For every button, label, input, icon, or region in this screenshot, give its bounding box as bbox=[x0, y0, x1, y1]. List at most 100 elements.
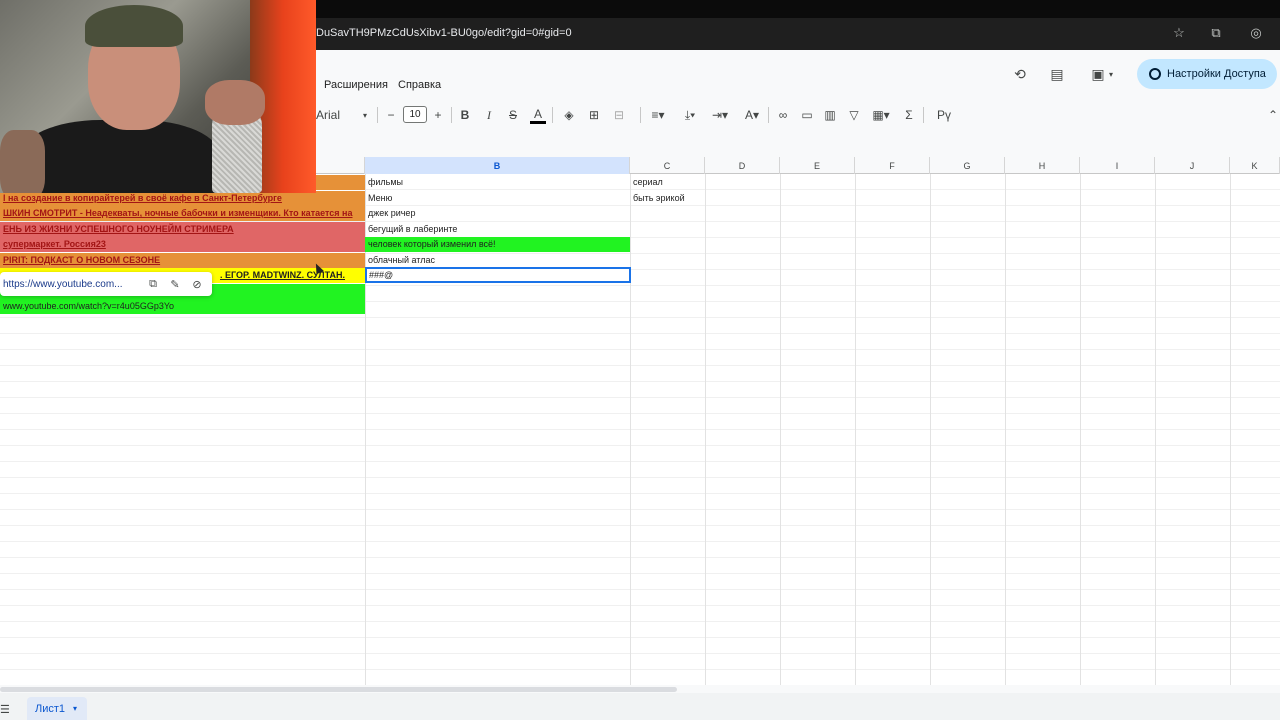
webcam-person-hand bbox=[205, 80, 265, 125]
align-left-icon[interactable]: ≡▾ bbox=[646, 106, 670, 124]
toolbar-divider bbox=[552, 107, 553, 123]
grid-line bbox=[855, 174, 856, 685]
toolbar-divider bbox=[377, 107, 378, 123]
cell-b[interactable]: Меню bbox=[365, 191, 630, 206]
history-icon[interactable]: ⟲ bbox=[1010, 64, 1030, 84]
cell-c[interactable] bbox=[630, 299, 705, 314]
comment-icon[interactable]: ▭ bbox=[799, 106, 815, 124]
webcam-overlay bbox=[0, 0, 316, 193]
grid-line bbox=[1155, 174, 1156, 685]
cell-a[interactable]: ШКИН СМОТРИТ - Неадекваты, ночные бабочк… bbox=[0, 206, 365, 221]
chevron-down-icon[interactable]: ▾ bbox=[360, 106, 370, 124]
vertical-align-icon[interactable]: ⤓▾ bbox=[678, 106, 702, 124]
text-wrap-icon[interactable]: ⇥▾ bbox=[708, 106, 732, 124]
chevron-down-icon[interactable]: ▾ bbox=[1106, 64, 1116, 84]
text-color-button[interactable]: A bbox=[530, 106, 546, 124]
horizontal-scrollbar[interactable] bbox=[0, 687, 677, 692]
grid-line bbox=[705, 174, 706, 685]
cell-b[interactable]: облачный атлас bbox=[365, 253, 630, 268]
cell-a[interactable]: супермаркет. Россия23 bbox=[0, 237, 365, 252]
star-icon[interactable]: ☆ bbox=[1170, 24, 1188, 42]
grid-line bbox=[780, 174, 781, 685]
grid-line bbox=[1005, 174, 1006, 685]
column-header-d[interactable]: D bbox=[705, 157, 780, 174]
menu-help[interactable]: Справка bbox=[398, 79, 441, 91]
sheet-tab-label: Лист1 bbox=[35, 702, 66, 715]
share-label: Настройки Доступа bbox=[1167, 68, 1266, 80]
menu-extensions[interactable]: Расширения bbox=[324, 79, 388, 91]
input-tools-button[interactable]: Рү bbox=[930, 106, 958, 124]
column-header-e[interactable]: E bbox=[780, 157, 855, 174]
font-family-select[interactable]: Arial bbox=[316, 106, 356, 124]
cell-c[interactable] bbox=[630, 237, 705, 252]
sheet-tab[interactable]: Лист1 ▾ bbox=[27, 697, 87, 720]
column-header-k[interactable]: K bbox=[1230, 157, 1280, 174]
column-header-h[interactable]: H bbox=[1005, 157, 1080, 174]
column-header-i[interactable]: I bbox=[1080, 157, 1155, 174]
toolbar-divider bbox=[923, 107, 924, 123]
profile-icon[interactable]: ◎ bbox=[1247, 24, 1265, 42]
column-header-f[interactable]: F bbox=[855, 157, 930, 174]
decrease-font-button[interactable]: − bbox=[384, 106, 398, 124]
grid-line bbox=[930, 174, 931, 685]
column-header-j[interactable]: J bbox=[1155, 157, 1230, 174]
cell-b[interactable]: джек ричер bbox=[365, 206, 630, 221]
cell-a[interactable]: l на создание в копирайтерей в своё кафе… bbox=[0, 191, 365, 206]
cell-c[interactable] bbox=[630, 222, 705, 237]
unlink-icon[interactable]: ⊘ bbox=[188, 275, 206, 293]
cell-b[interactable]: бегущий в лаберинте bbox=[365, 222, 630, 237]
url-text[interactable]: DuSavTH9PMzCdUsXibv1-BU0go/edit?gid=0#gi… bbox=[316, 27, 572, 39]
text-rotate-icon[interactable]: A▾ bbox=[740, 106, 764, 124]
font-size-input[interactable]: 10 bbox=[403, 106, 427, 123]
edit-icon[interactable]: ✎ bbox=[166, 275, 184, 293]
cell-a[interactable]: www.youtube.com/watch?v=r4u05GGp3Yo bbox=[0, 299, 365, 314]
fill-color-icon[interactable]: ◈ bbox=[561, 106, 577, 124]
selected-cell[interactable]: ###@ bbox=[365, 267, 631, 283]
cell-b[interactable] bbox=[365, 299, 630, 314]
cell-c[interactable] bbox=[630, 268, 705, 283]
column-header-g[interactable]: G bbox=[930, 157, 1005, 174]
toolbar-divider bbox=[768, 107, 769, 123]
meet-icon[interactable]: ▣ bbox=[1088, 64, 1108, 84]
comments-icon[interactable]: ▤ bbox=[1047, 64, 1067, 84]
column-header-b[interactable]: B bbox=[365, 157, 630, 174]
chart-icon[interactable]: ▥ bbox=[822, 106, 838, 124]
cell-c[interactable]: сериал bbox=[630, 175, 705, 190]
cell-c[interactable]: быть эрикой bbox=[630, 191, 705, 206]
sheet-bar bbox=[0, 693, 1280, 720]
functions-button[interactable]: Σ bbox=[901, 106, 917, 124]
cell-c[interactable] bbox=[630, 253, 705, 268]
strikethrough-button[interactable]: S bbox=[506, 106, 520, 124]
increase-font-button[interactable]: + bbox=[431, 106, 445, 124]
link-icon[interactable]: ∞ bbox=[775, 106, 791, 124]
toolbar-divider bbox=[451, 107, 452, 123]
cell-b[interactable] bbox=[365, 284, 630, 299]
cell-b[interactable]: фильмы bbox=[365, 175, 630, 190]
cell-c[interactable] bbox=[630, 284, 705, 299]
italic-button[interactable]: I bbox=[482, 106, 496, 124]
bold-button[interactable]: B bbox=[458, 106, 472, 124]
chevron-down-icon[interactable]: ▾ bbox=[73, 704, 77, 713]
link-preview-popup: https://www.youtube.com... ⧉ ✎ ⊘ bbox=[0, 272, 212, 296]
borders-icon[interactable]: ⊞ bbox=[586, 106, 602, 124]
webcam-person-body bbox=[20, 120, 220, 193]
copy-icon[interactable]: ⧉ bbox=[144, 275, 162, 293]
link-url[interactable]: https://www.youtube.com... bbox=[0, 279, 140, 290]
column-header-c[interactable]: C bbox=[630, 157, 705, 174]
cell-b[interactable]: человек который изменил всё! bbox=[365, 237, 630, 252]
filter-views-icon[interactable]: ▦▾ bbox=[869, 106, 893, 124]
extensions-icon[interactable]: ⧉ bbox=[1207, 24, 1225, 42]
filter-icon[interactable]: ▽ bbox=[846, 106, 862, 124]
merge-cells-icon[interactable]: ⊟ bbox=[610, 106, 628, 124]
collapse-toolbar-icon[interactable]: ⌃ bbox=[1266, 106, 1280, 124]
globe-icon bbox=[1149, 68, 1161, 80]
toolbar-divider bbox=[640, 107, 641, 123]
cell-a[interactable]: ЕНЬ ИЗ ЖИЗНИ УСПЕШНОГО НОУНЕЙМ СТРИМЕРА bbox=[0, 222, 365, 237]
all-sheets-icon[interactable]: ☰ bbox=[0, 703, 10, 716]
webcam-person-arm bbox=[0, 130, 45, 193]
webcam-person-cap bbox=[85, 5, 183, 47]
cell-c[interactable] bbox=[630, 206, 705, 221]
grid-line bbox=[1080, 174, 1081, 685]
share-button[interactable]: Настройки Доступа bbox=[1137, 59, 1277, 89]
cell-a[interactable]: PIRIT: ПОДКАСТ О НОВОМ СЕЗОНЕ bbox=[0, 253, 365, 268]
